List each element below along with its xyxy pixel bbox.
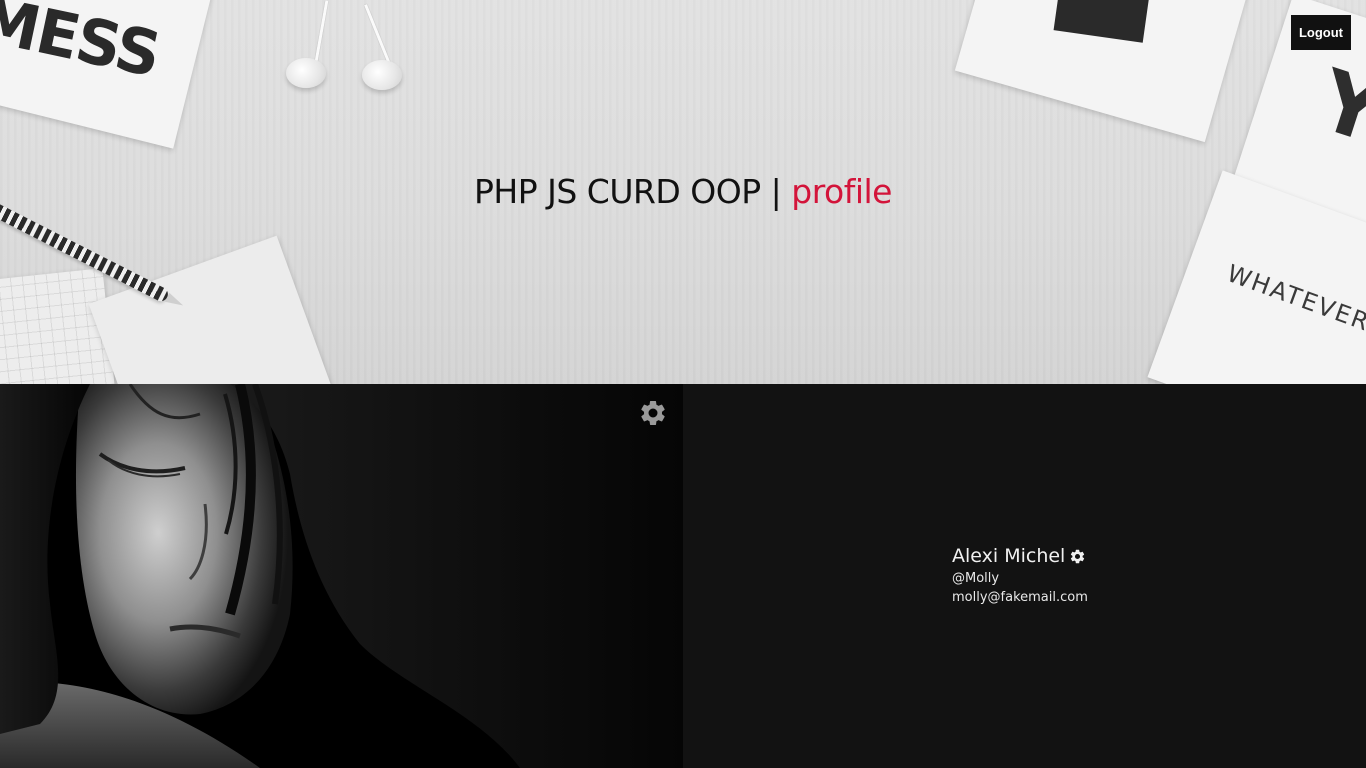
profile-info-panel [683,384,1366,768]
title-main: PHP JS CURD OOP | [474,172,792,211]
page-title: PHP JS CURD OOP | profile [0,172,1366,211]
title-accent: profile [791,172,892,211]
decorative-word: MESS [0,0,166,92]
decorative-paper [954,0,1258,143]
profile-page: MESS YO WHATEVER. FU PHP JS CURD OOP | p… [0,0,1366,768]
logout-button[interactable]: Logout [1291,15,1351,50]
decorative-word: YO [1307,50,1366,182]
earphone [362,60,402,90]
earphone-cable [364,4,391,65]
gear-icon[interactable] [638,398,668,428]
decorative-block [1053,0,1150,43]
hero-banner: MESS YO WHATEVER. FU PHP JS CURD OOP | p… [0,0,1366,384]
decorative-paper [88,235,332,384]
profile-photo-image [0,384,683,768]
decorative-word: WHATEVER. FU [1223,259,1366,355]
profile-email: molly@fakemail.com [952,590,1088,605]
profile-photo [0,384,683,768]
earphone [286,58,326,88]
profile-username: @Molly [952,571,1000,586]
profile-name: Alexi Michel [952,545,1066,567]
gear-icon[interactable] [1069,548,1086,565]
decorative-paper: MESS [0,0,220,149]
profile-name-row: Alexi Michel [952,545,1086,567]
earphone-cable [314,0,329,62]
